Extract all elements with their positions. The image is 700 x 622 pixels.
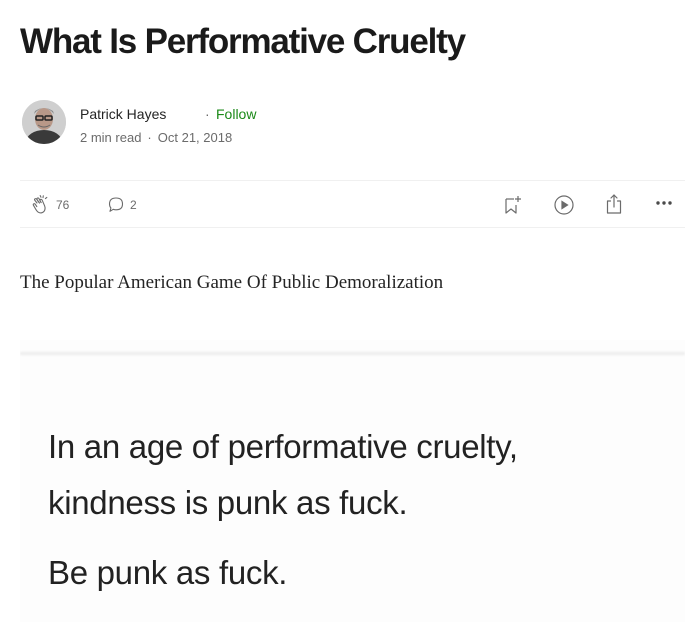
- meta-separator: ·: [205, 106, 210, 122]
- article-subtitle: The Popular American Game Of Public Demo…: [20, 272, 444, 293]
- article-toolbar: 76 2: [20, 183, 685, 225]
- clap-count: 76: [56, 198, 70, 212]
- article-image: In an age of performative cruelty, kindn…: [20, 340, 685, 622]
- author-avatar[interactable]: [22, 100, 66, 144]
- share-button[interactable]: [603, 192, 625, 216]
- share-icon: [603, 192, 625, 216]
- save-button[interactable]: [501, 194, 523, 216]
- meta-separator: ·: [147, 130, 152, 145]
- response-count: 2: [130, 198, 137, 212]
- clap-icon: [30, 194, 52, 216]
- image-text-line: In an age of performative cruelty,: [48, 428, 518, 465]
- divider: [20, 180, 685, 181]
- listen-button[interactable]: [553, 194, 575, 216]
- author-row: Patrick Hayes · Follow 2 min read · Oct 21…: [22, 100, 422, 146]
- bookmark-add-icon: [501, 194, 523, 216]
- publish-date: Oct 21, 2018: [157, 130, 233, 145]
- image-text-line: Be punk as fuck.: [48, 554, 288, 591]
- responses-button[interactable]: 2: [106, 195, 137, 215]
- more-options-button[interactable]: [654, 197, 674, 209]
- image-text-line: kindness is punk as fuck.: [48, 484, 408, 521]
- more-icon: [654, 197, 674, 209]
- article-title: What Is Performative Cruelty: [20, 22, 466, 61]
- article-meta: 2 min read · Oct 21, 2018: [80, 130, 232, 145]
- read-time: 2 min read: [80, 130, 142, 145]
- divider: [20, 227, 685, 228]
- follow-button[interactable]: Follow: [216, 106, 256, 122]
- comment-icon: [106, 195, 126, 215]
- play-icon: [553, 194, 575, 216]
- clap-button[interactable]: 76: [30, 194, 69, 216]
- image-edge: [20, 352, 685, 355]
- author-name[interactable]: Patrick Hayes: [80, 106, 166, 122]
